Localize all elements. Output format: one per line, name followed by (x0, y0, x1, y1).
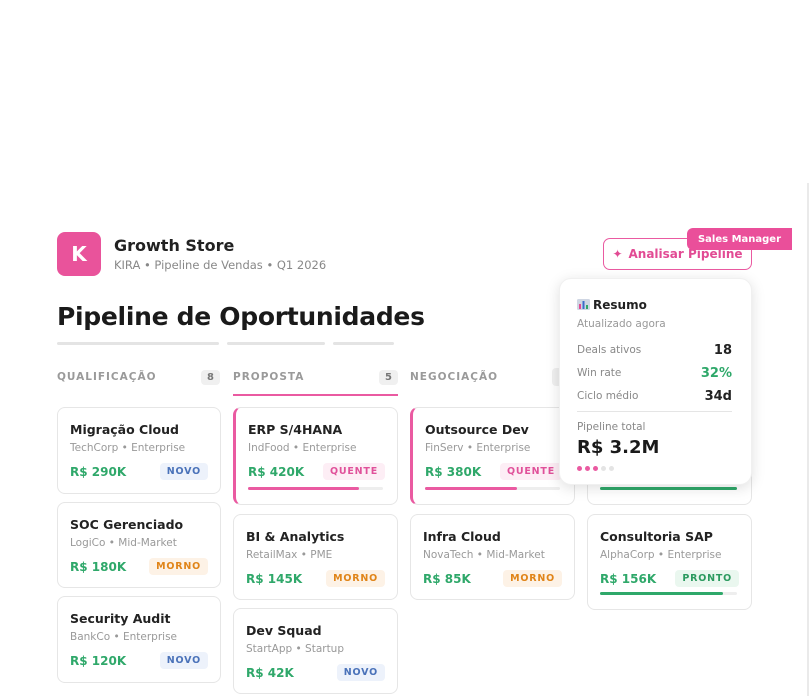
deal-title: Migração Cloud (70, 422, 179, 437)
deal-title: Outsource Dev (425, 422, 529, 437)
summary-title-text: Resumo (593, 298, 647, 312)
deal-value: R$ 180K (70, 560, 127, 574)
tab-indicator (227, 342, 325, 345)
deal-title: Consultoria SAP (600, 529, 713, 544)
deal-company: AlphaCorp • Enterprise (600, 549, 722, 561)
deal-status-badge: PRONTO (675, 570, 739, 587)
tab-indicator (333, 342, 394, 345)
brand-subtitle: KIRA • Pipeline de Vendas • Q1 2026 (114, 258, 327, 272)
column-count: 8 (201, 369, 220, 385)
pagination-dot[interactable] (585, 466, 590, 471)
deal-value: R$ 145K (246, 572, 303, 586)
summary-value: 34d (704, 388, 732, 404)
deal-card-outsource-dev[interactable]: Outsource Dev FinServ • Enterprise R$ 38… (410, 407, 575, 505)
role-badge: Sales Manager (687, 228, 792, 250)
deal-company: TechCorp • Enterprise (70, 442, 186, 454)
deal-card-bi-analytics[interactable]: BI & Analytics RetailMax • PME R$ 145K M… (233, 514, 398, 600)
deal-card-migracao-cloud[interactable]: Migração Cloud TechCorp • Enterprise R$ … (57, 407, 221, 494)
divider-line (807, 183, 809, 696)
summary-popover: Resumo Atualizado agora Deals ativos 18 … (559, 278, 752, 485)
sparkle-icon: ✦ (612, 247, 623, 261)
summary-row-deals: Deals ativos 18 (577, 341, 732, 359)
column-name: NEGOCIAÇÃO (410, 371, 499, 383)
column-name: PROPOSTA (233, 371, 305, 383)
column-header-qualificacao: QUALIFICAÇÃO 8 (57, 368, 220, 386)
deal-status-badge: MORNO (149, 558, 208, 575)
deal-company: FinServ • Enterprise (425, 442, 531, 454)
deal-company: NovaTech • Mid-Market (423, 549, 545, 561)
deal-card-soc-gerenciado[interactable]: SOC Gerenciado LogiCo • Mid-Market R$ 18… (57, 502, 221, 588)
summary-row-winrate: Win rate 32% (577, 364, 732, 382)
column-header-proposta: PROPOSTA 5 (233, 368, 398, 386)
deal-value: R$ 290K (70, 465, 127, 479)
summary-row-cycle: Ciclo médio 34d (577, 387, 732, 405)
column-count: 5 (379, 369, 398, 385)
summary-label: Deals ativos (577, 344, 642, 356)
deal-progress-bar (248, 487, 383, 490)
summary-label: Ciclo médio (577, 390, 639, 402)
deal-title: ERP S/4HANA (248, 422, 343, 437)
pagination-dots (577, 466, 614, 471)
summary-value: 18 (713, 342, 732, 358)
pagination-dot[interactable] (601, 466, 606, 471)
deal-progress-bar (425, 487, 560, 490)
pagination-dot[interactable] (593, 466, 598, 471)
deal-value: R$ 42K (246, 666, 294, 680)
summary-value: 32% (700, 365, 732, 381)
page-title: Pipeline de Oportunidades (57, 302, 425, 331)
column-name: QUALIFICAÇÃO (57, 371, 157, 383)
deal-value: R$ 156K (600, 572, 657, 586)
deal-title: BI & Analytics (246, 529, 345, 544)
chart-icon (577, 299, 590, 310)
column-active-underline (233, 394, 398, 396)
deal-status-badge: NOVO (336, 664, 385, 681)
deal-progress-fill (600, 487, 737, 490)
deal-company: RetailMax • PME (246, 549, 333, 561)
summary-total-label: Pipeline total (577, 421, 646, 433)
brand-name: Growth Store (114, 236, 235, 255)
deal-progress-bar (600, 592, 737, 595)
deal-company: LogiCo • Mid-Market (70, 537, 177, 549)
deal-card-erp-s4hana[interactable]: ERP S/4HANA IndFood • Enterprise R$ 420K… (233, 407, 398, 505)
deal-status-badge: QUENTE (500, 463, 562, 480)
deal-title: Dev Squad (246, 623, 322, 638)
deal-status-badge: MORNO (503, 570, 562, 587)
deal-progress-bar (600, 487, 737, 490)
deal-card-consultoria-sap[interactable]: Consultoria SAP AlphaCorp • Enterprise R… (587, 514, 752, 610)
deal-status-badge: NOVO (159, 652, 208, 669)
summary-updated: Atualizado agora (577, 318, 666, 330)
deal-status-badge: QUENTE (323, 463, 385, 480)
deal-company: StartApp • Startup (246, 643, 345, 655)
deal-progress-fill (248, 487, 359, 490)
summary-divider (577, 411, 732, 412)
deal-value: R$ 85K (423, 572, 471, 586)
summary-title: Resumo (577, 298, 647, 312)
deal-status-badge: NOVO (159, 463, 208, 480)
summary-label: Win rate (577, 367, 622, 379)
deal-card-infra-cloud[interactable]: Infra Cloud NovaTech • Mid-Market R$ 85K… (410, 514, 575, 600)
tab-indicator (57, 342, 219, 345)
pagination-dot[interactable] (609, 466, 614, 471)
deal-value: R$ 420K (248, 465, 305, 479)
pagination-dot[interactable] (577, 466, 582, 471)
deal-progress-fill (600, 592, 724, 595)
deal-title: Security Audit (70, 611, 171, 626)
deal-card-security-audit[interactable]: Security Audit BankCo • Enterprise R$ 12… (57, 596, 221, 683)
summary-total-value: R$ 3.2M (577, 437, 660, 458)
column-header-negociacao: NEGOCIAÇÃO (410, 368, 570, 386)
deal-card-dev-squad[interactable]: Dev Squad StartApp • Startup R$ 42K NOVO (233, 608, 398, 694)
app-logo: K (57, 232, 101, 276)
logo-letter: K (71, 242, 87, 266)
deal-title: Infra Cloud (423, 529, 501, 544)
deal-status-badge: MORNO (326, 570, 385, 587)
deal-title: SOC Gerenciado (70, 517, 184, 532)
deal-value: R$ 380K (425, 465, 482, 479)
deal-company: BankCo • Enterprise (70, 631, 178, 643)
deal-progress-fill (425, 487, 517, 490)
deal-value: R$ 120K (70, 654, 127, 668)
deal-company: IndFood • Enterprise (248, 442, 357, 454)
